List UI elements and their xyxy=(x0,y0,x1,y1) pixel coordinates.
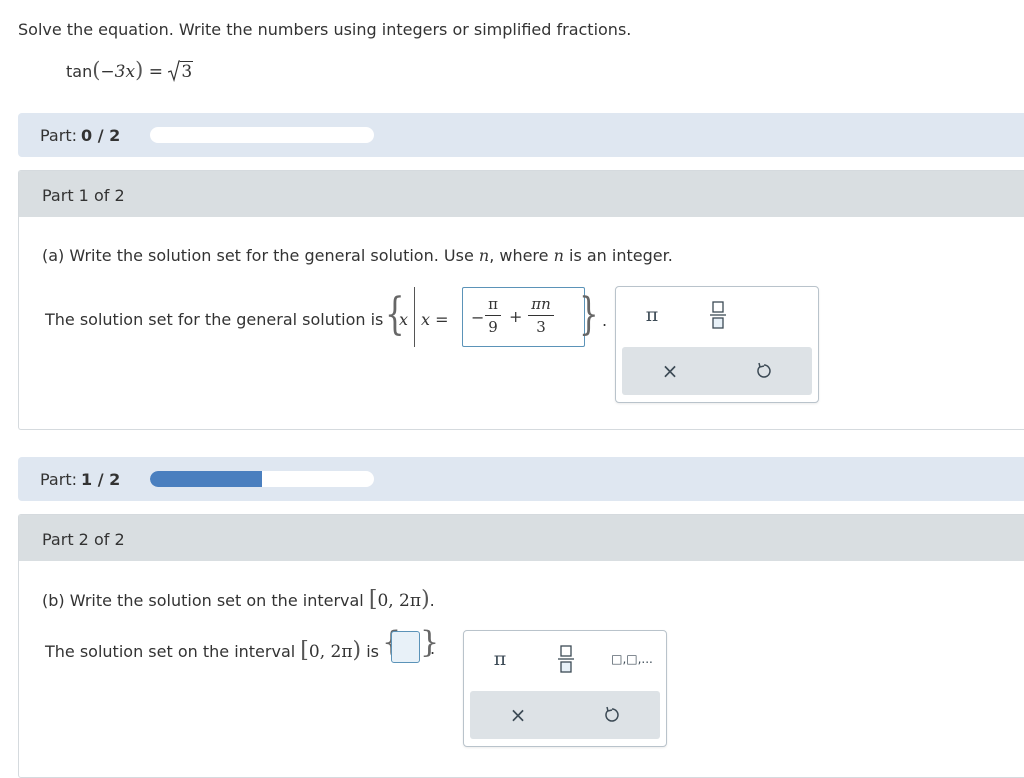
part-status-value: 1 / 2 xyxy=(80,470,121,489)
equation-function: tan xyxy=(66,62,93,81)
palette-actions-tray: × xyxy=(470,691,660,739)
interval: [0, 2π) xyxy=(368,587,430,612)
radical-sign-icon xyxy=(168,60,181,83)
part-1-question: (a) Write the solution set for the gener… xyxy=(42,246,673,265)
pi-button[interactable]: π xyxy=(634,299,670,331)
equation: tan(−3x) = 3 xyxy=(66,58,194,83)
pi-button[interactable]: π xyxy=(482,643,518,675)
sqrt-3: 3 xyxy=(168,60,194,83)
part-1-section: Part 1 of 2 (a) Write the solution set f… xyxy=(18,170,1024,430)
part-status-bar-2: Part: 1 / 2 xyxy=(18,457,1024,501)
period: . xyxy=(602,311,608,330)
equation-argument: −3x xyxy=(100,62,136,82)
period: . xyxy=(430,639,436,658)
palette-actions-tray: × xyxy=(622,347,812,395)
interval: [0, 2π) xyxy=(300,638,362,663)
undo-button[interactable] xyxy=(594,698,630,732)
fraction-pi-over-9: π 9 xyxy=(485,295,501,336)
close-icon: × xyxy=(509,703,527,727)
general-solution-input[interactable]: − π 9 + πn 3 xyxy=(462,287,585,347)
clear-button[interactable]: × xyxy=(652,354,688,388)
close-icon: × xyxy=(661,359,679,383)
part-1-header: Part 1 of 2 xyxy=(19,171,1024,217)
part-status-bar-1: Part: 0 / 2 xyxy=(18,113,1024,157)
progress-fill xyxy=(150,471,262,487)
part-1-answer-prefix: The solution set for the general solutio… xyxy=(45,310,384,329)
clear-button[interactable]: × xyxy=(500,698,536,732)
undo-icon xyxy=(757,362,771,378)
instructions: Solve the equation. Write the numbers us… xyxy=(18,20,632,39)
list-icon: □,□,... xyxy=(611,652,653,666)
undo-button[interactable] xyxy=(746,354,782,388)
plus-sign: + xyxy=(509,307,523,326)
right-brace: } xyxy=(579,289,599,340)
set-divider xyxy=(414,287,415,347)
math-palette-1: π × xyxy=(615,286,819,403)
fraction-icon xyxy=(558,645,574,673)
minus-sign: − xyxy=(471,308,485,327)
list-button[interactable]: □,□,... xyxy=(608,643,656,675)
part-2-header: Part 2 of 2 xyxy=(19,515,1024,561)
set-condition: x x == xyxy=(421,310,449,329)
fraction-icon xyxy=(710,301,726,329)
part-2-answer-prefix: The solution set on the interval [0, 2π)… xyxy=(45,638,379,663)
math-palette-2: π □,□,... × xyxy=(463,630,667,747)
set-variable: x xyxy=(399,310,409,329)
fraction-pi-n-over-3: πn 3 xyxy=(528,295,554,336)
fraction-button[interactable] xyxy=(700,297,736,333)
part-2-section: Part 2 of 2 (b) Write the solution set o… xyxy=(18,514,1024,778)
part-2-question: (b) Write the solution set on the interv… xyxy=(42,587,435,612)
undo-icon xyxy=(605,706,619,722)
interval-solution-input[interactable] xyxy=(391,631,420,663)
progress-bar xyxy=(150,127,374,143)
fraction-button[interactable] xyxy=(548,641,584,677)
part-status-value: 0 / 2 xyxy=(80,126,121,145)
progress-bar xyxy=(150,471,374,487)
